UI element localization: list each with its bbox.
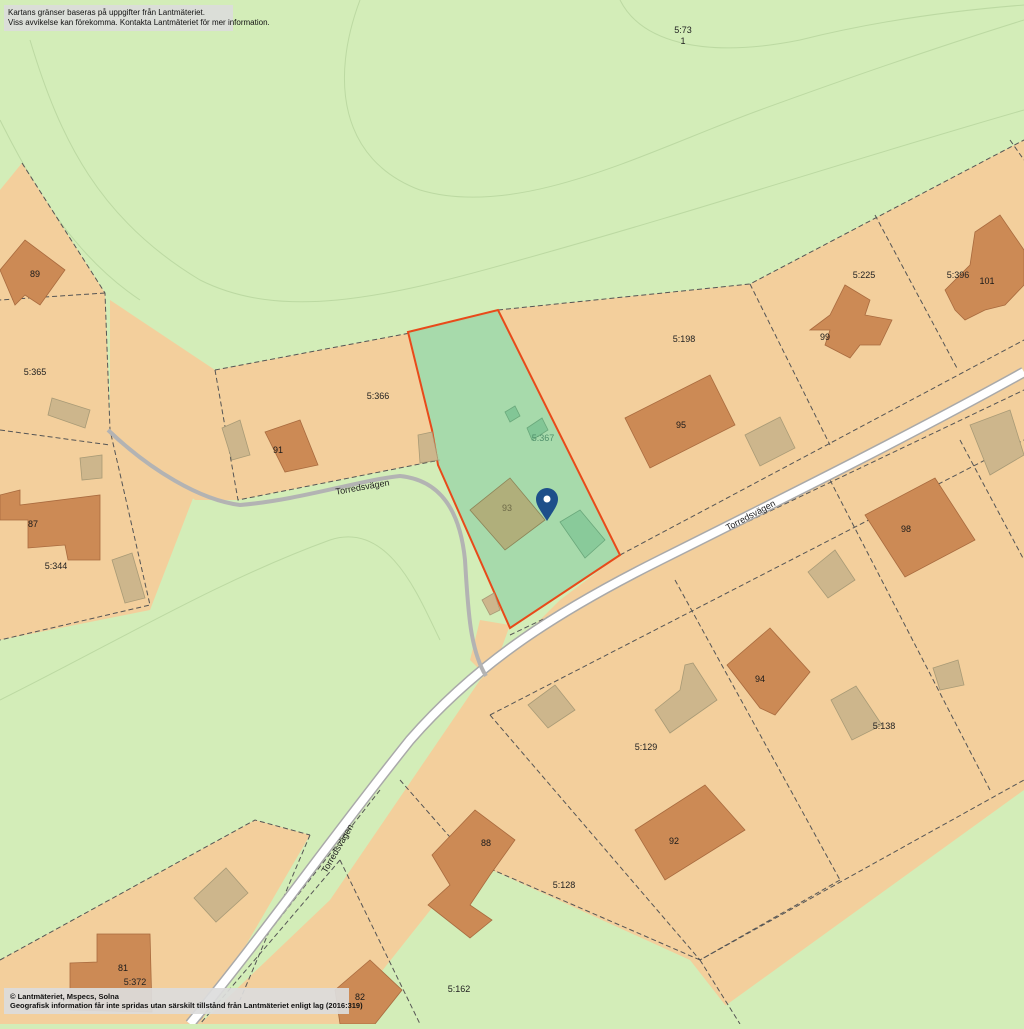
house-number-81: 81 <box>118 963 128 973</box>
house-number-91: 91 <box>273 445 283 455</box>
parcel-label-5-344: 5:344 <box>45 561 68 571</box>
parcel-label-5-73: 5:73 <box>674 25 692 35</box>
parcel-label-5-372: 5:372 <box>124 977 147 987</box>
parcel-label-5-366: 5:366 <box>367 391 390 401</box>
boundary-notice-line-1: Kartans gränser baseras på uppgifter frå… <box>8 8 205 17</box>
boundary-notice: Kartans gränser baseras på uppgifter frå… <box>4 5 270 31</box>
boundary-notice-line-2: Viss avvikelse kan förekomma. Kontakta L… <box>8 18 270 27</box>
house-number-94: 94 <box>755 674 765 684</box>
copyright-line-1: © Lantmäteriet, Mspecs, Solna <box>10 992 119 1001</box>
parcel-label-1: 1 <box>680 36 685 46</box>
copyright-line-2: Geografisk information får inte spridas … <box>10 1001 363 1010</box>
house-number-99: 99 <box>820 332 830 342</box>
parcel-label-5-198: 5:198 <box>673 334 696 344</box>
property-map[interactable]: 5:73 1 5:365 5:344 5:366 5:367 5:198 5:2… <box>0 0 1024 1028</box>
parcel-label-5-365: 5:365 <box>24 367 47 377</box>
parcel-label-5-367: 5:367 <box>532 433 555 443</box>
parcel-label-5-138: 5:138 <box>873 721 896 731</box>
map-canvas[interactable]: 5:73 1 5:365 5:344 5:366 5:367 5:198 5:2… <box>0 0 1024 1028</box>
parcel-label-5-162: 5:162 <box>448 984 471 994</box>
house-number-88: 88 <box>481 838 491 848</box>
parcel-label-5-129: 5:129 <box>635 742 658 752</box>
parcel-label-5-396: 5:396 <box>947 270 970 280</box>
house-number-92: 92 <box>669 836 679 846</box>
house-number-101: 101 <box>979 276 994 286</box>
parcel-label-5-128: 5:128 <box>553 880 576 890</box>
house-number-98: 98 <box>901 524 911 534</box>
house-number-93: 93 <box>502 503 512 513</box>
house-number-87: 87 <box>28 519 38 529</box>
parcel-label-5-225: 5:225 <box>853 270 876 280</box>
house-number-89: 89 <box>30 269 40 279</box>
copyright-notice: © Lantmäteriet, Mspecs, Solna Geografisk… <box>4 988 363 1014</box>
house-number-95: 95 <box>676 420 686 430</box>
